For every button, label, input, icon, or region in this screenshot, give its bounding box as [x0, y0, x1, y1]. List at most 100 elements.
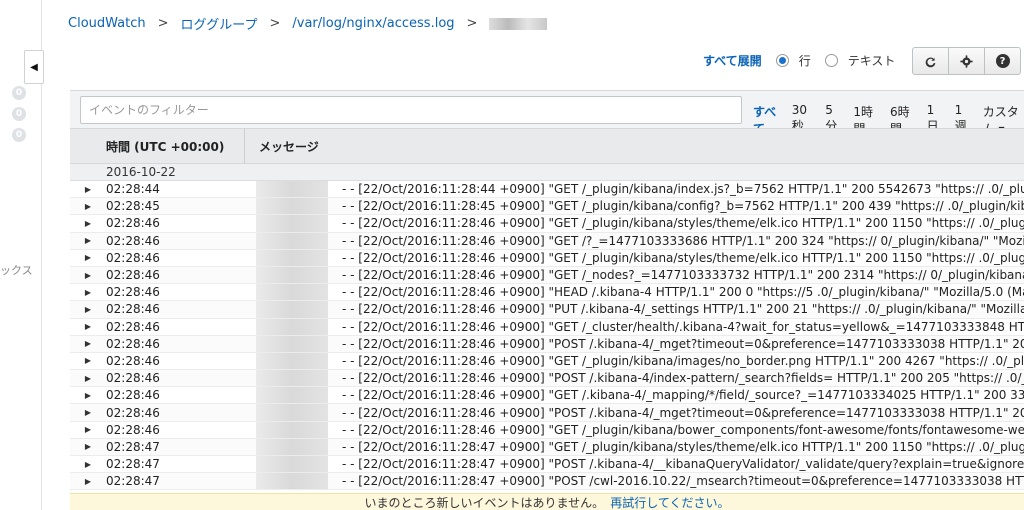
- log-events-table: 時間 (UTC +00:00) メッセージ 2016-10-22 ▶ 02:28:…: [70, 128, 1024, 491]
- expand-row-icon[interactable]: ▶: [70, 356, 106, 365]
- expand-row-icon[interactable]: ▶: [70, 236, 106, 245]
- breadcrumb-log-stream-redacted: [489, 17, 548, 30]
- breadcrumb-log-group-name[interactable]: /var/log/nginx/access.log: [292, 16, 454, 31]
- row-message: - - [22/Oct/2016:11:28:46 +0900] "GET /_…: [342, 268, 1024, 283]
- table-row[interactable]: ▶ 02:28:46 - - [22/Oct/2016:11:28:46 +0900…: [70, 387, 1024, 405]
- row-timestamp: 02:28:46: [106, 216, 160, 231]
- toolbar: ?: [912, 47, 1021, 75]
- expand-row-icon[interactable]: ▶: [70, 425, 106, 434]
- breadcrumb-cloudwatch[interactable]: CloudWatch: [68, 16, 146, 31]
- row-message: - - [22/Oct/2016:11:28:46 +0900] "GET /.…: [342, 388, 1024, 403]
- row-message: - - [22/Oct/2016:11:28:44 +0900] "GET /_…: [342, 182, 1024, 197]
- table-row[interactable]: ▶ 02:28:47 - - [22/Oct/2016:11:28:47 +0900…: [70, 438, 1024, 456]
- expand-row-icon[interactable]: ▶: [70, 408, 106, 417]
- row-message: - - [22/Oct/2016:11:28:47 +0900] "POST /…: [342, 457, 1024, 472]
- retry-link[interactable]: 再試行してください。: [610, 494, 729, 510]
- expand-row-icon[interactable]: ▶: [70, 253, 106, 262]
- row-timestamp: 02:28:46: [106, 422, 160, 437]
- expand-all-link[interactable]: すべて展開: [703, 52, 762, 69]
- table-row[interactable]: ▶ 02:28:46 - - [22/Oct/2016:11:28:46 +0900…: [70, 421, 1024, 439]
- breadcrumb-separator: >: [157, 16, 169, 31]
- table-row[interactable]: ▶ 02:28:46 - - [22/Oct/2016:11:28:46 +0900…: [70, 318, 1024, 336]
- text-view-radio[interactable]: [824, 54, 838, 67]
- row-timestamp: 02:28:46: [106, 302, 160, 317]
- table-row[interactable]: ▶ 02:28:47 - - [22/Oct/2016:11:28:47 +0900…: [70, 473, 1024, 491]
- expand-row-icon[interactable]: ▶: [70, 339, 106, 348]
- expand-row-icon[interactable]: ▶: [70, 374, 106, 383]
- expand-row-icon[interactable]: ▶: [70, 202, 106, 211]
- expand-row-icon[interactable]: ▶: [70, 477, 106, 486]
- expand-row-icon[interactable]: ▶: [70, 219, 106, 228]
- breadcrumb-separator: >: [269, 16, 281, 31]
- column-header-time[interactable]: 時間 (UTC +00:00): [70, 138, 244, 155]
- table-row[interactable]: ▶ 02:28:46 - - [22/Oct/2016:11:28:46 +0900…: [70, 335, 1024, 353]
- table-row[interactable]: ▶ 02:28:47 - - [22/Oct/2016:11:28:47 +0900…: [70, 456, 1024, 474]
- row-message: - - [22/Oct/2016:11:28:46 +0900] "GET /_…: [342, 422, 1024, 437]
- table-row[interactable]: ▶ 02:28:44 - - [22/Oct/2016:11:28:44 +0900…: [70, 181, 1024, 199]
- expand-row-icon[interactable]: ▶: [70, 322, 106, 331]
- row-timestamp: 02:28:46: [106, 336, 160, 351]
- redacted-ip: [256, 335, 328, 352]
- row-timestamp: 02:28:47: [106, 457, 160, 472]
- table-row[interactable]: ▶ 02:28:46 - - [22/Oct/2016:11:28:46 +0900…: [70, 232, 1024, 250]
- redacted-ip: [256, 370, 328, 387]
- table-row[interactable]: ▶ 02:28:46 - - [22/Oct/2016:11:28:46 +0900…: [70, 266, 1024, 285]
- redacted-ip: [256, 318, 328, 335]
- expand-row-icon[interactable]: ▶: [70, 271, 106, 280]
- row-message: - - [22/Oct/2016:11:28:45 +0900] "GET /_…: [342, 199, 1024, 214]
- table-row[interactable]: ▶ 02:28:46 - - [22/Oct/2016:11:28:46 +0900…: [70, 249, 1024, 267]
- side-badge: 0: [12, 86, 26, 100]
- redacted-ip: [256, 232, 328, 249]
- table-row[interactable]: ▶ 02:28:46 - - [22/Oct/2016:11:28:46 +0900…: [70, 215, 1024, 233]
- view-controls: すべて展開 行 テキスト: [703, 52, 909, 69]
- row-view-label[interactable]: 行: [799, 52, 811, 69]
- table-row[interactable]: ▶ 02:28:45 - - [22/Oct/2016:11:28:45 +0900…: [70, 198, 1024, 216]
- breadcrumb-log-groups[interactable]: ロググループ: [181, 14, 258, 33]
- row-message: - - [22/Oct/2016:11:28:46 +0900] "GET /_…: [342, 216, 1024, 231]
- expand-row-icon[interactable]: ▶: [70, 442, 106, 451]
- row-message: - - [22/Oct/2016:11:28:46 +0900] "PUT /.…: [342, 302, 1024, 317]
- redacted-ip: [256, 404, 328, 421]
- filter-bar: すべて 30秒 5分 1時間 6時間 1日 1週 カスタム ▾: [70, 90, 1024, 136]
- redacted-ip: [256, 438, 328, 455]
- expand-row-icon[interactable]: ▶: [70, 288, 106, 297]
- row-timestamp: 02:28:44: [106, 182, 160, 197]
- chevron-left-icon: ◀: [30, 61, 38, 73]
- row-timestamp: 02:28:46: [106, 353, 160, 368]
- refresh-button[interactable]: [912, 47, 949, 75]
- redacted-ip: [256, 249, 328, 266]
- text-view-label[interactable]: テキスト: [848, 52, 896, 69]
- side-badge: 0: [12, 107, 26, 121]
- row-message: - - [22/Oct/2016:11:28:47 +0900] "GET /_…: [342, 439, 1024, 454]
- column-header-message[interactable]: メッセージ: [244, 128, 319, 164]
- table-row[interactable]: ▶ 02:28:46 - - [22/Oct/2016:11:28:46 +0900…: [70, 284, 1024, 302]
- row-timestamp: 02:28:46: [106, 405, 160, 420]
- redacted-ip: [256, 352, 328, 370]
- table-header: 時間 (UTC +00:00) メッセージ: [70, 128, 1024, 164]
- table-row[interactable]: ▶ 02:28:46 - - [22/Oct/2016:11:28:46 +0900…: [70, 301, 1024, 319]
- redacted-ip: [256, 198, 328, 215]
- notice-text: いまのところ新しいイベントはありません。: [364, 495, 605, 510]
- collapse-panel-button[interactable]: ◀: [24, 50, 44, 84]
- date-group-row: 2016-10-22: [70, 164, 1024, 181]
- row-timestamp: 02:28:46: [106, 319, 160, 334]
- expand-row-icon[interactable]: ▶: [70, 305, 106, 314]
- settings-button[interactable]: [948, 47, 985, 75]
- row-timestamp: 02:28:47: [106, 474, 160, 489]
- redacted-ip: [256, 473, 328, 490]
- row-timestamp: 02:28:46: [106, 388, 160, 403]
- table-body: ▶ 02:28:44- - [22/Oct/2016:11:28:44 +0900…: [70, 181, 1024, 491]
- expand-row-icon[interactable]: ▶: [70, 391, 106, 400]
- redacted-ip: [256, 215, 328, 232]
- table-row[interactable]: ▶ 02:28:46 - - [22/Oct/2016:11:28:46 +0900…: [70, 404, 1024, 422]
- expand-row-icon[interactable]: ▶: [70, 460, 106, 469]
- help-button[interactable]: ?: [984, 47, 1021, 75]
- table-row[interactable]: ▶ 02:28:46 - - [22/Oct/2016:11:28:46 +0900…: [70, 352, 1024, 371]
- redacted-ip: [256, 387, 328, 404]
- event-filter-input[interactable]: [80, 96, 742, 124]
- row-message: - - [22/Oct/2016:11:28:46 +0900] "HEAD /…: [342, 285, 1024, 300]
- table-row[interactable]: ▶ 02:28:46 - - [22/Oct/2016:11:28:46 +0900…: [70, 370, 1024, 388]
- row-message: - - [22/Oct/2016:11:28:46 +0900] "GET /?…: [342, 233, 1024, 248]
- expand-row-icon[interactable]: ▶: [70, 185, 106, 194]
- row-view-radio[interactable]: [775, 54, 789, 67]
